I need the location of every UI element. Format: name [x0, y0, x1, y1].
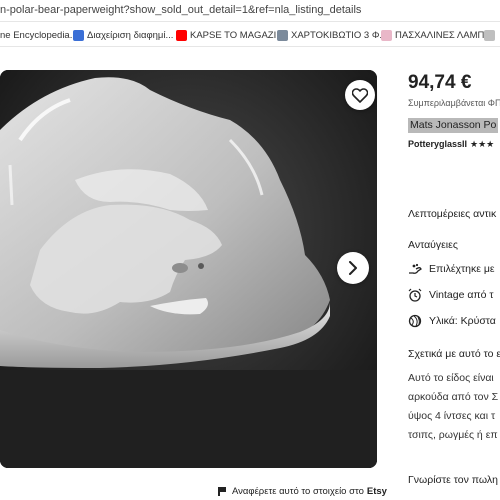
edit-icon — [73, 29, 84, 41]
bookmark-label: Διαχείριση διαφημί... — [87, 29, 174, 41]
shop-name[interactable]: PotteryglassII — [408, 139, 467, 149]
bookmark-label: ΧΑΡΤΟΚΙΒΩΤΙΟ 3 Φ... — [291, 29, 388, 41]
flag-icon — [218, 487, 226, 496]
folder-icon — [277, 29, 288, 41]
bookmark-encyclopedia[interactable]: ne Encyclopedia... — [0, 28, 78, 42]
feature-text: Vintage από τ — [429, 289, 494, 301]
report-text: Αναφέρετε αυτό το στοιχείο στο — [232, 486, 364, 497]
bookmark-box[interactable]: ΧΑΡΤΟΚΙΒΩΤΙΟ 3 Φ... — [277, 28, 387, 42]
pink-circle-icon — [381, 29, 392, 41]
item-details-heading[interactable]: Λεπτομέρειες αντικ — [408, 208, 496, 220]
hand-icon — [409, 263, 422, 274]
alarm-clock-icon — [408, 288, 422, 302]
description-line: τσιπς, ρωγμές ή επ — [408, 429, 498, 441]
bookmark-icon — [484, 29, 495, 41]
highlights-heading: Ανταύγειες — [408, 239, 458, 251]
yarn-ball-icon — [408, 314, 422, 328]
meet-seller-heading[interactable]: Γνωρίστε τον πωλη — [408, 474, 498, 486]
description-line: ύψος 4 ίντσες και τ — [408, 410, 496, 422]
favorite-button[interactable] — [345, 80, 375, 110]
about-item-heading: Σχετικά με αυτό το ε — [408, 348, 500, 360]
item-title: Mats Jonasson Po — [408, 118, 499, 133]
feature-item: Vintage από τ — [408, 287, 494, 303]
report-item-link[interactable]: Αναφέρετε αυτό το στοιχείο στο Etsy — [218, 486, 387, 497]
rating-stars: ★★★ — [470, 139, 495, 149]
bookmark-ad-management[interactable]: Διαχείριση διαφημί... — [73, 28, 173, 42]
bookmark-youtube[interactable]: KAPSE TO MAGAZI... — [176, 28, 284, 42]
heart-icon — [352, 87, 368, 103]
bookmarks-bar: ne Encyclopedia... Διαχείριση διαφημί...… — [0, 23, 500, 47]
tax-note: Συμπεριλαμβάνεται ΦΠ — [408, 98, 500, 108]
etsy-listing-page: n-polar-bear-paperweight?show_sold_out_d… — [0, 0, 500, 500]
bookmark-extra[interactable] — [484, 28, 498, 42]
product-image[interactable] — [0, 70, 377, 468]
bookmark-label: KAPSE TO MAGAZI... — [190, 29, 285, 41]
feature-text: Υλικά: Κρύστα — [429, 315, 496, 327]
bookmark-label: ne Encyclopedia... — [0, 29, 78, 41]
crystal-polar-bear-photo — [0, 70, 377, 468]
description-line: αρκούδα από τον Σ — [408, 391, 499, 403]
url-text[interactable]: n-polar-bear-paperweight?show_sold_out_d… — [0, 4, 361, 16]
youtube-icon — [176, 29, 187, 41]
address-bar[interactable]: n-polar-bear-paperweight?show_sold_out_d… — [0, 0, 500, 22]
bookmark-label: ΠΑΣΧΑΛΙΝΕΣ ΛΑΜΠ... — [395, 29, 493, 41]
report-brand: Etsy — [366, 486, 387, 497]
feature-item: Επιλέχτηκε με — [408, 261, 495, 277]
next-image-button[interactable] — [337, 252, 369, 284]
item-price: 94,74 € — [408, 72, 472, 93]
shop-info[interactable]: PotteryglassII ★★★ — [408, 139, 494, 150]
feature-item: Υλικά: Κρύστα — [408, 313, 496, 329]
bookmark-easter-lamps[interactable]: ΠΑΣΧΑΛΙΝΕΣ ΛΑΜΠ... — [381, 28, 492, 42]
feature-text: Επιλέχτηκε με — [429, 263, 495, 275]
description-line: Αυτό το είδος είναι — [408, 372, 494, 384]
chevron-right-icon — [349, 261, 357, 275]
